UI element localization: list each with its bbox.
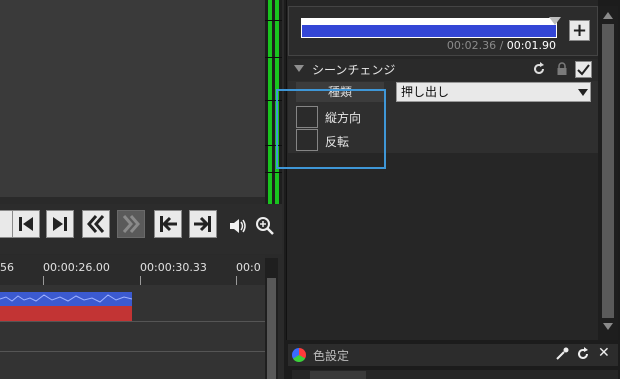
step-forward-icon — [53, 217, 67, 231]
scroll-up-icon[interactable] — [603, 12, 613, 19]
type-select[interactable]: 押し出し — [396, 82, 591, 102]
chevron-down-icon[interactable] — [578, 89, 588, 96]
lock-icon[interactable] — [556, 62, 568, 76]
ruler-label: 00:00:30.33 — [140, 261, 207, 274]
checkmark-icon — [577, 64, 590, 76]
timeline-scroll-thumb[interactable] — [267, 278, 276, 379]
skip-start-icon — [160, 216, 177, 232]
rewind-button[interactable] — [82, 210, 110, 238]
seek-marker-icon[interactable] — [549, 17, 561, 25]
next-frame-button[interactable] — [46, 210, 74, 238]
timeline-ruler[interactable]: 56 00:00:26.00 00:00:30.33 00:0 — [0, 255, 265, 285]
volume-icon[interactable] — [228, 216, 250, 236]
total-time: 00:01.90 — [506, 39, 556, 52]
go-to-end-button[interactable] — [189, 210, 217, 238]
ruler-label: 00:00:26.00 — [43, 261, 110, 274]
properties-scroll-thumb[interactable] — [602, 24, 614, 318]
ruler-label: 56 — [0, 261, 14, 274]
fast-forward-button[interactable] — [117, 210, 145, 238]
add-button[interactable]: + — [569, 20, 590, 41]
scroll-down-icon[interactable] — [603, 323, 613, 330]
refresh-icon[interactable] — [532, 62, 546, 76]
time-separator: / — [496, 39, 507, 52]
enable-checkbox[interactable] — [575, 61, 592, 78]
current-time: 00:02.36 — [446, 39, 497, 52]
selection-highlight — [276, 89, 386, 169]
zoom-icon[interactable] — [255, 216, 277, 236]
skip-end-icon — [194, 216, 211, 232]
color-wheel-icon — [292, 348, 306, 362]
fast-forward-icon — [122, 215, 140, 233]
ruler-label: 00:0 — [236, 261, 261, 274]
collapse-arrow-icon[interactable] — [294, 65, 304, 72]
rewind-icon — [87, 215, 105, 233]
reset-icon[interactable] — [576, 347, 590, 361]
section-title: シーンチェンジ — [312, 63, 396, 77]
video-preview — [0, 0, 265, 197]
time-readout: 00:02.36 / 00:01.90 — [330, 39, 556, 52]
go-to-start-button[interactable] — [154, 210, 182, 238]
eyedropper-icon[interactable] — [555, 347, 569, 361]
prev-frame-button[interactable] — [12, 210, 40, 238]
color-tab[interactable] — [310, 371, 366, 379]
audio-waveform — [0, 292, 132, 306]
step-back-icon — [19, 217, 33, 231]
close-icon[interactable]: ✕ — [598, 345, 610, 361]
clip-seek-fill — [302, 25, 556, 37]
color-settings-title: 色設定 — [313, 349, 350, 363]
